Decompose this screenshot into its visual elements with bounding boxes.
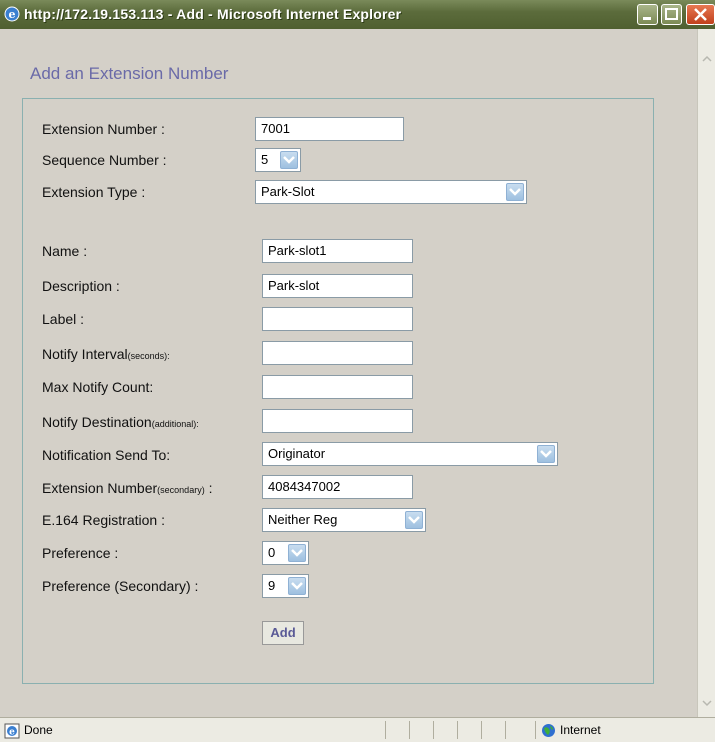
notification-send-to-value: Originator <box>268 446 326 461</box>
security-zone-text: Internet <box>560 723 601 737</box>
chevron-down-icon <box>291 582 303 590</box>
status-divider <box>433 721 434 739</box>
minimize-icon <box>643 17 651 20</box>
preference-secondary-label: Preference (Secondary) : <box>42 578 199 594</box>
dropdown-arrow[interactable] <box>280 151 298 169</box>
status-divider <box>409 721 410 739</box>
status-divider <box>385 721 386 739</box>
dropdown-arrow[interactable] <box>506 183 524 201</box>
extension-type-label: Extension Type : <box>42 184 146 200</box>
chevron-down-icon <box>283 156 295 164</box>
scroll-up-icon[interactable] <box>699 51 715 67</box>
maximize-button[interactable] <box>661 4 682 25</box>
label-field[interactable] <box>262 307 413 331</box>
add-button[interactable]: Add <box>262 621 304 645</box>
label-label: Label : <box>42 311 85 327</box>
internet-explorer-icon: e <box>4 6 20 22</box>
sequence-number-select[interactable]: 5 <box>255 148 301 172</box>
globe-icon <box>542 724 555 737</box>
status-text: Done <box>24 723 53 737</box>
preference-secondary-select[interactable]: 9 <box>262 574 309 598</box>
svg-text:e: e <box>9 8 16 21</box>
extension-number-secondary-label-text: Extension Number <box>42 480 158 496</box>
notify-destination-label-text: Notify Destination <box>42 414 152 430</box>
minimize-button[interactable] <box>637 4 658 25</box>
sequence-number-value: 5 <box>261 152 269 167</box>
chevron-down-icon <box>408 516 420 524</box>
notification-send-to-select[interactable]: Originator <box>262 442 558 466</box>
scroll-down-icon[interactable] <box>699 695 715 711</box>
preference-label: Preference : <box>42 545 119 561</box>
notify-interval-label-suffix: (seconds): <box>127 351 170 361</box>
name-label: Name : <box>42 243 88 259</box>
extension-type-select[interactable]: Park-Slot <box>255 180 527 204</box>
dropdown-arrow[interactable] <box>537 445 555 463</box>
chevron-down-icon <box>540 450 552 458</box>
e164-registration-label: E.164 Registration : <box>42 512 165 528</box>
dropdown-arrow[interactable] <box>288 577 306 595</box>
close-icon <box>694 8 707 21</box>
svg-text:e: e <box>9 728 15 738</box>
preference-value: 0 <box>268 545 276 560</box>
preference-select[interactable]: 0 <box>262 541 309 565</box>
max-notify-count-field[interactable] <box>262 375 413 399</box>
dropdown-arrow[interactable] <box>405 511 423 529</box>
close-button[interactable] <box>686 4 715 25</box>
e164-registration-value: Neither Reg <box>268 512 338 527</box>
vertical-scrollbar[interactable] <box>697 29 715 717</box>
extension-number-secondary-label: Extension Number(secondary) : <box>42 480 212 496</box>
notify-destination-field[interactable] <box>262 409 413 433</box>
status-bar: e Done Internet <box>0 717 715 742</box>
page-done-icon: e <box>4 723 20 739</box>
window-title: http://172.19.153.113 - Add - Microsoft … <box>24 6 402 22</box>
maximize-icon <box>665 8 678 20</box>
preference-secondary-value: 9 <box>268 578 276 593</box>
title-bar[interactable]: e http://172.19.153.113 - Add - Microsof… <box>0 0 715 29</box>
description-field[interactable]: Park-slot <box>262 274 413 298</box>
extension-type-value: Park-Slot <box>261 184 315 199</box>
extension-number-label: Extension Number : <box>42 121 165 137</box>
status-divider <box>505 721 506 739</box>
dropdown-arrow[interactable] <box>288 544 306 562</box>
status-divider <box>457 721 458 739</box>
page-title: Add an Extension Number <box>30 64 229 83</box>
name-field[interactable]: Park-slot1 <box>262 239 413 263</box>
max-notify-count-label: Max Notify Count: <box>42 379 154 395</box>
status-divider <box>535 721 536 739</box>
notify-interval-field[interactable] <box>262 341 413 365</box>
extension-number-secondary-field[interactable]: 4084347002 <box>262 475 413 499</box>
notify-destination-label-suffix: (additional): <box>151 419 199 429</box>
sequence-number-label: Sequence Number : <box>42 152 167 168</box>
notify-destination-label: Notify Destination(additional): <box>42 414 199 430</box>
chevron-down-icon <box>509 188 521 196</box>
e164-registration-select[interactable]: Neither Reg <box>262 508 426 532</box>
notify-interval-label-text: Notify Interval <box>42 346 128 362</box>
status-divider <box>481 721 482 739</box>
extension-number-field[interactable]: 7001 <box>255 117 404 141</box>
description-label: Description : <box>42 278 120 294</box>
notify-interval-label: Notify Interval(seconds): <box>42 346 170 362</box>
notification-send-to-label: Notification Send To: <box>42 447 171 463</box>
extension-number-secondary-label-tail: : <box>204 480 213 496</box>
chevron-down-icon <box>291 549 303 557</box>
extension-number-secondary-label-suffix: (secondary) <box>157 485 205 495</box>
